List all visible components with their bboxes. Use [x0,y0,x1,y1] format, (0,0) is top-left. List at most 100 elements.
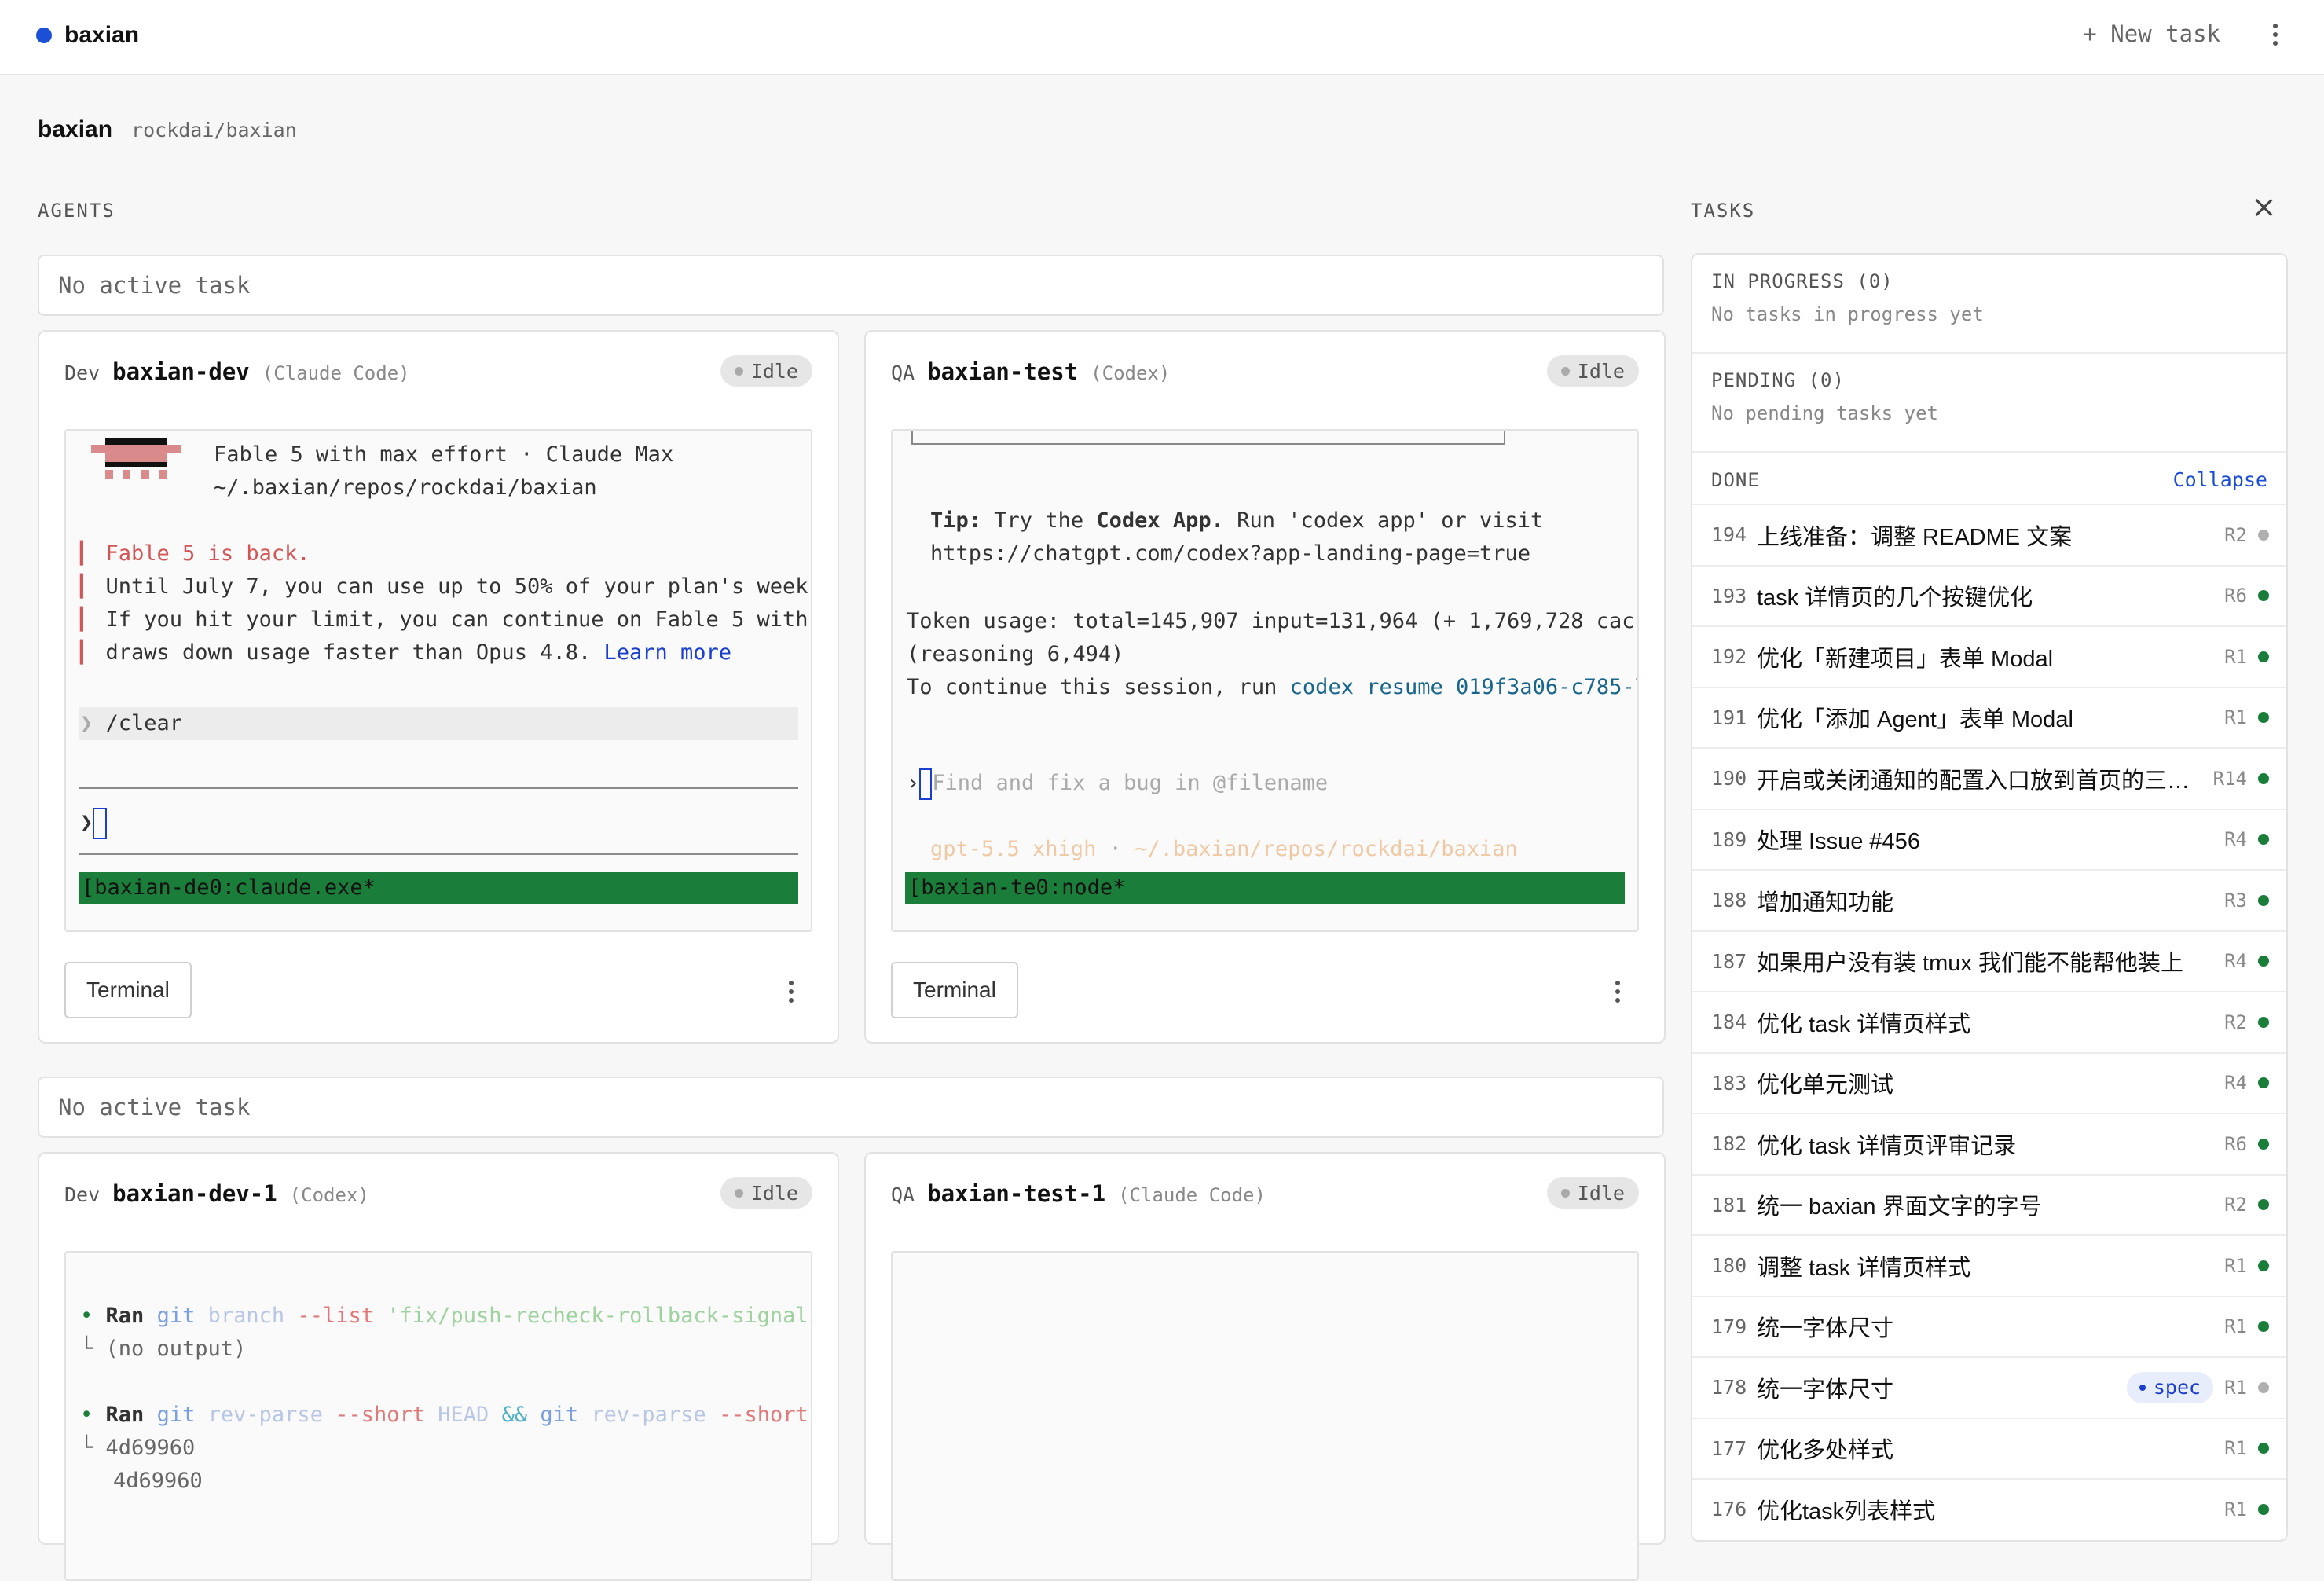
task-title: 优化「添加 Agent」表单 Modal [1757,707,2073,733]
brand-name: baxian [64,22,140,48]
agent-name: baxian-test [927,358,1079,385]
terminal-divider [79,787,798,789]
task-row[interactable]: 183 优化单元测试 R4 [1692,1051,2286,1113]
task-row[interactable]: 192 优化「新建项目」表单 Modal R1 [1692,625,2286,687]
project-name: baxian [38,116,113,142]
status-label: Idle [750,1181,798,1205]
terminal-line: https://chatgpt.com/codex?app-landing-pa… [930,541,1531,566]
in-progress-empty: No tasks in progress yet [1711,303,1984,325]
task-round: R4 [2224,828,2247,851]
terminal-line: ▎ draws down usage faster than Opus 4.8.… [80,640,732,665]
task-id: 181 [1711,1193,1747,1216]
agent-role: QA [891,361,915,384]
task-round: R1 [2224,1254,2247,1277]
task-title: 如果用户没有装 tmux 我们能不能帮他装上 [1757,951,2183,977]
task-row[interactable]: 178 统一字体尺寸 spec R1 [1692,1356,2286,1418]
task-round: R1 [2224,1376,2247,1399]
task-row[interactable]: 189 处理 Issue #456 R4 [1692,808,2286,870]
done-section-header: DONE Collapse [1692,453,2286,504]
new-task-button[interactable]: + New task [2083,20,2220,47]
task-round: R1 [2224,1315,2247,1338]
task-round: R1 [2224,645,2247,668]
status-label: Idle [1577,359,1625,383]
task-row[interactable]: 182 优化 task 详情页评审记录 R6 [1692,1113,2286,1174]
in-progress-section: IN PROGRESS (0) No tasks in progress yet [1692,255,2286,354]
pending-section: PENDING (0) No pending tasks yet [1692,354,2286,453]
task-title: task 详情页的几个按键优化 [1757,585,2033,611]
collapse-button[interactable]: Collapse [2173,468,2267,491]
task-id: 184 [1711,1011,1747,1034]
agent-more-icon[interactable] [789,981,794,1003]
terminal-input[interactable]: › Find and fix a bug in @filename [907,767,1328,800]
task-title: 优化「新建项目」表单 Modal [1757,646,2054,672]
terminal-line: ▎ Fable 5 is back. [80,541,310,566]
status-dot-icon [1560,1188,1570,1198]
task-title: 处理 Issue #456 [1757,829,1920,855]
agent-name: baxian-dev-1 [112,1180,277,1207]
task-row[interactable]: 180 调整 task 详情页样式 R1 [1692,1234,2286,1296]
task-round: R6 [2224,1132,2247,1155]
task-status-dot-icon [2258,1381,2269,1393]
learn-more-link[interactable]: Learn more [604,640,732,665]
task-row[interactable]: 193 task 详情页的几个按键优化 R6 [1692,564,2286,626]
terminal-line: ❯ /clear [80,711,183,735]
status-badge: Idle [1546,1177,1639,1209]
task-row[interactable]: 188 增加通知功能 R3 [1692,869,2286,930]
task-row[interactable]: 179 统一字体尺寸 R1 [1692,1295,2286,1357]
project-header: baxian rockdai/baxian [38,116,297,143]
status-label: Idle [750,359,798,383]
agent-role: Dev [64,1183,101,1206]
terminal-preview[interactable]: • Ran git branch --list 'fix/push-rechec… [64,1251,812,1581]
task-status-dot-icon [2258,651,2269,662]
agent-header: QA baxian-test-1 (Claude Code) [891,1180,1266,1207]
agent-more-icon[interactable] [1615,981,1620,1003]
task-id: 193 [1711,584,1747,607]
agent-tool: (Claude Code) [1118,1184,1266,1206]
status-badge: Idle [720,355,812,387]
terminal-preview[interactable]: Fable 5 with max effort · Claude Max ~/.… [64,429,812,932]
task-row[interactable]: 177 优化多处样式 R1 [1692,1417,2286,1479]
terminal-preview[interactable] [891,1251,1639,1581]
close-tasks-icon[interactable] [2253,196,2275,218]
active-task-bar: No active task [38,255,1664,316]
agent-name: baxian-test-1 [927,1180,1106,1207]
brand[interactable]: baxian [36,22,139,49]
task-id: 178 [1711,1376,1747,1399]
pending-label: PENDING (0) [1711,369,1845,391]
task-title: 统一字体尺寸 [1757,1377,1894,1403]
terminal-input[interactable]: ❯ [80,806,108,839]
terminal-line: gpt-5.5 xhigh · ~/.baxian/repos/rockdai/… [930,837,1518,861]
task-row[interactable]: 194 上线准备：调整 README 文案 R2 [1692,504,2286,565]
status-badge: Idle [720,1177,812,1209]
task-tag-label: spec [2153,1376,2201,1399]
task-row[interactable]: 176 优化task列表样式 R1 [1692,1478,2286,1539]
task-row[interactable]: 190 开启或关闭通知的配置入口放到首页的三点菜单 R14 [1692,747,2286,809]
task-status-dot-icon [2258,1016,2269,1028]
task-id: 179 [1711,1315,1747,1338]
task-id: 182 [1711,1132,1747,1156]
more-menu-icon[interactable] [2272,24,2278,46]
task-status-dot-icon [2258,1260,2269,1271]
agent-card-baxian-test: QA baxian-test (Codex) Idle Tip: Try the… [864,330,1666,1044]
agent-header: Dev baxian-dev (Claude Code) [64,358,410,385]
tasks-panel: IN PROGRESS (0) No tasks in progress yet… [1691,253,2288,1542]
task-row[interactable]: 191 优化「添加 Agent」表单 Modal R1 [1692,686,2286,748]
task-id: 188 [1711,889,1747,912]
task-id: 190 [1711,767,1747,790]
terminal-button[interactable]: Terminal [64,962,192,1018]
task-row[interactable]: 184 优化 task 详情页样式 R2 [1692,991,2286,1052]
brand-dot-icon [36,28,52,43]
task-round: R2 [2224,1194,2247,1216]
task-id: 189 [1711,827,1747,851]
terminal-button[interactable]: Terminal [891,962,1018,1018]
status-dot-icon [734,1188,743,1198]
tmux-status-bar: [baxian-de0:claude.exe* [79,872,798,904]
task-row[interactable]: 181 统一 baxian 界面文字的字号 R2 [1692,1173,2286,1235]
terminal-command-row [79,707,798,740]
task-title: 优化多处样式 [1757,1438,1894,1464]
task-title: 优化 task 详情页样式 [1757,1011,1971,1037]
terminal-preview[interactable]: Tip: Try the Codex App. Run 'codex app' … [891,429,1639,932]
task-row[interactable]: 187 如果用户没有装 tmux 我们能不能帮他装上 R4 [1692,930,2286,992]
terminal-line: └ (no output) [80,1337,247,1361]
task-round: R4 [2224,1072,2247,1095]
